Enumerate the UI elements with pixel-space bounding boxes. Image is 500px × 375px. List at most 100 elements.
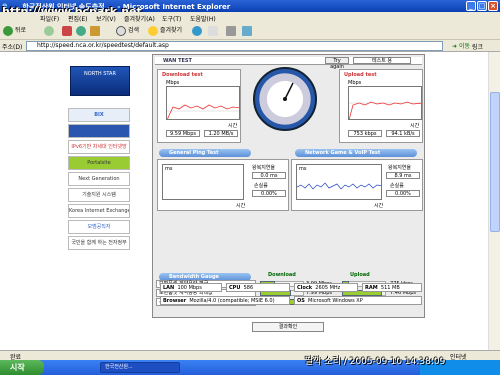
left-nav: NORTH STAR BIX IPv6기반 차세대 인터넷망 Portalsit… [68, 52, 132, 350]
banner-1[interactable] [68, 124, 130, 138]
bandwidth-table: Download Upload 보편품셋 계약용량 평균3.99 Mbps775… [156, 272, 426, 312]
upload-speed: 753 kbps [348, 130, 382, 137]
banner-egov[interactable]: 국민을 함께 하는 전자정부 [68, 236, 130, 250]
mail-button[interactable] [208, 25, 220, 37]
voip-graph: ms [296, 164, 382, 200]
maximize-button[interactable]: □ [477, 1, 487, 11]
menu-bar: 파일(F) 편집(E) 보기(V) 즐겨찾기(A) 도구(T) 도움말(H) [0, 12, 500, 23]
back-button[interactable]: 뒤로 [3, 25, 26, 37]
server-select[interactable]: 테스트 용 [353, 57, 411, 64]
download-throughput: 1.20 MB/s [204, 130, 238, 137]
edit-icon [242, 25, 252, 36]
ping-loss-label: 손실률 [254, 183, 268, 189]
edit-button[interactable] [242, 25, 254, 37]
voip-unit: ms [299, 166, 307, 172]
banner-nextgen[interactable]: Next Generation [68, 172, 130, 186]
gauge-needle [284, 82, 294, 100]
stop-button[interactable] [62, 25, 74, 37]
banner-tech[interactable]: 기술지원 시스템 [68, 188, 130, 202]
mail-icon [208, 25, 218, 36]
upload-label: Upload test [344, 72, 377, 78]
bw-upload-label: Upload [350, 272, 370, 278]
toolbar: 뒤로 검색 즐겨찾기 [0, 22, 500, 40]
download-label: Download test [162, 72, 203, 78]
minimize-button[interactable]: _ [466, 1, 476, 11]
voip-loss-value: 0.00% [386, 190, 420, 197]
banner-official[interactable]: 모범공직자 [68, 220, 130, 234]
refresh-button[interactable] [76, 25, 88, 37]
download-time-label: 시간 [228, 123, 238, 129]
vertical-scrollbar[interactable] [488, 52, 500, 350]
refresh-icon [76, 25, 86, 36]
close-button[interactable]: × [488, 1, 498, 11]
go-button[interactable]: ➜ 이동 [452, 41, 470, 50]
history-button[interactable] [192, 25, 204, 37]
address-bar: 주소(D) http://speed.nca.or.kr/speedtest/d… [0, 40, 500, 52]
panel-header: WAN TEST Try again 테스트 용 [155, 57, 422, 70]
forward-button[interactable] [44, 25, 56, 37]
banner-kix[interactable]: Korea Internet Exchange [68, 204, 130, 218]
voip-section-header: Network Game & VoIP Test [295, 149, 417, 157]
print-icon [226, 25, 236, 36]
banner-ipv6[interactable]: IPv6기반 차세대 인터넷망 [68, 140, 130, 154]
ping-rtt-label: 왕복지연율 [252, 165, 276, 171]
ping-loss-value: 0.00% [252, 190, 286, 197]
forward-icon [44, 25, 54, 36]
ping-unit: ms [165, 166, 173, 172]
links-button[interactable]: 링크 [472, 42, 483, 51]
browser-info: Browser Mozilla/4.0 (compatible; MSIE 6.… [160, 296, 290, 305]
download-graph [166, 86, 240, 120]
cpu-info: CPU 586 [226, 283, 290, 292]
voip-time-label: 시간 [374, 203, 384, 209]
clock-info: Clock 2605 MHz [294, 283, 358, 292]
ping-section-header: General Ping Test [159, 149, 251, 157]
upload-line [349, 101, 421, 119]
upload-throughput: 94.1 kB/s [386, 130, 420, 137]
print-button[interactable] [226, 25, 238, 37]
voip-graph-svg [297, 182, 381, 190]
caption-overlay: 딸깍 소리 / 2005-09-10 14:38:09 [305, 357, 446, 367]
confirm-result-button[interactable]: 결과확인 [252, 322, 324, 332]
start-button[interactable]: 시작 [0, 360, 44, 375]
back-icon [3, 25, 13, 36]
upload-time-label: 시간 [410, 123, 420, 129]
upload-graph-svg [349, 101, 421, 119]
top-banner[interactable]: NORTH STAR [70, 66, 130, 96]
search-icon [116, 25, 126, 36]
stop-icon [62, 25, 72, 36]
upload-graph [348, 86, 422, 120]
ping-rtt-value: 0.0 ms [252, 172, 286, 179]
download-speed: 9.59 Mbps [166, 130, 200, 137]
search-button[interactable]: 검색 [116, 25, 139, 37]
voip-box: ms 시간 왕복지연율 8.9 ms 손실률 0.00% [291, 159, 423, 211]
speed-gauge [253, 67, 317, 131]
voip-rtt-label: 왕복지연율 [388, 165, 412, 171]
address-input[interactable]: http://speed.nca.or.kr/speedtest/default… [26, 41, 443, 51]
voip-loss-label: 손실률 [390, 183, 404, 189]
star-icon [148, 25, 158, 36]
banner-portal[interactable]: Portalsite [68, 156, 130, 170]
voip-line [297, 182, 381, 190]
scrollbar-thumb[interactable] [490, 92, 500, 232]
home-button[interactable] [90, 25, 102, 37]
ping-box: ms 시간 왕복지연율 0.0 ms 손실률 0.00% [157, 159, 289, 211]
home-icon [90, 25, 100, 36]
download-box: Download test Mbps 시간 9.59 Mbps 1.20 MB/… [157, 69, 241, 143]
banner-bix[interactable]: BIX [68, 108, 130, 122]
download-graph-svg [167, 104, 239, 119]
taskbar-ie-button[interactable]: 한국전산원... [100, 362, 180, 373]
voip-rtt-value: 8.9 ms [386, 172, 420, 179]
download-line [167, 104, 239, 119]
lan-info: LAN 100 Mbps [160, 283, 222, 292]
os-info: OS Microsoft Windows XP [294, 296, 422, 305]
panel-title: WAN TEST [163, 58, 192, 64]
history-icon [192, 25, 202, 36]
try-again-button[interactable]: Try again [325, 57, 349, 70]
ping-graph: ms [162, 164, 244, 200]
ram-info: RAM 511 MB [362, 283, 422, 292]
gauge-needle-svg [283, 82, 294, 101]
favorites-button[interactable]: 즐겨찾기 [148, 25, 182, 37]
upload-box: Upload test Mbps 시간 753 kbps 94.1 kB/s [339, 69, 423, 143]
bw-download-label: Download [268, 272, 296, 278]
ping-time-label: 시간 [236, 203, 246, 209]
